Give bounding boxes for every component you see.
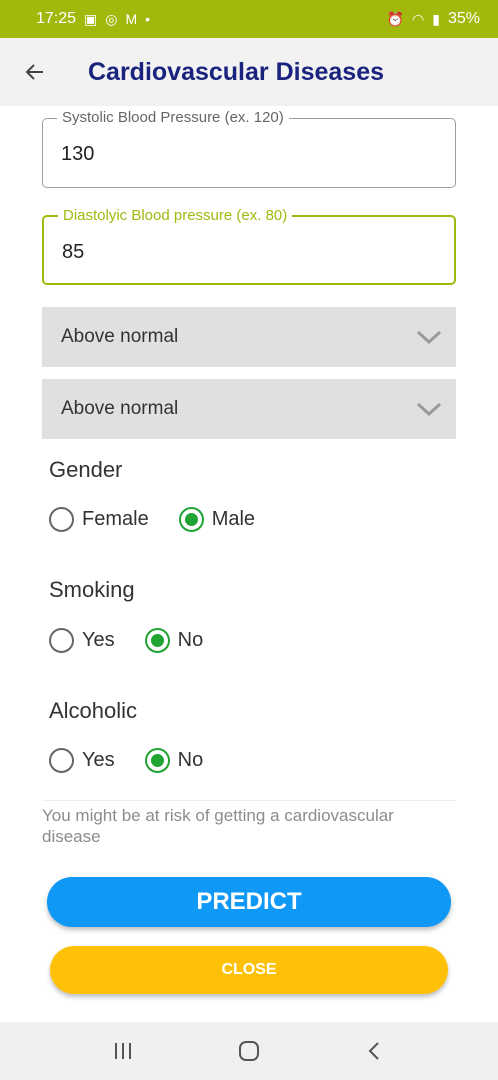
systolic-label: Systolic Blood Pressure (ex. 120) <box>57 109 289 126</box>
gallery-icon: ▣ <box>84 11 98 27</box>
page-title: Cardiovascular Diseases <box>88 57 385 86</box>
nav-back-icon[interactable] <box>363 1039 387 1063</box>
radio-label: Female <box>82 508 149 530</box>
cholesterol-select[interactable]: Above normal <box>42 307 456 367</box>
radio-circle[interactable] <box>144 628 170 653</box>
instagram-icon: ◎ <box>105 11 118 27</box>
home-icon[interactable] <box>237 1039 261 1063</box>
smoking-option-yes[interactable]: Yes <box>49 628 115 653</box>
alcoholic-option-no[interactable]: No <box>144 748 204 773</box>
back-button[interactable] <box>0 38 70 106</box>
alcoholic-option-yes[interactable]: Yes <box>49 748 115 773</box>
radio-circle[interactable] <box>49 507 74 532</box>
gender-option-female[interactable]: Female <box>49 507 149 532</box>
alcoholic-radio-group: Yes No <box>49 748 233 773</box>
radio-circle[interactable] <box>144 748 170 773</box>
gender-option-male[interactable]: Male <box>178 507 256 532</box>
chevron-down-icon <box>416 330 442 345</box>
select-value: Above normal <box>61 326 179 347</box>
status-time: 17:25 <box>36 10 77 27</box>
alarm-icon: ⏰ <box>386 11 405 27</box>
gender-radio-group: Female Male <box>49 507 285 532</box>
select-value: Above normal <box>61 398 179 419</box>
radio-circle[interactable] <box>178 507 204 532</box>
smoking-option-no[interactable]: No <box>144 628 204 653</box>
signal-icon: ▮ <box>432 11 440 27</box>
diastolic-value: 85 <box>62 241 85 263</box>
smoking-label: Smoking <box>49 577 135 602</box>
recents-icon[interactable] <box>111 1040 135 1062</box>
radio-label: Yes <box>82 749 115 771</box>
diastolic-field[interactable]: Diastolyic Blood pressure (ex. 80) 85 <box>42 207 456 285</box>
wifi-icon: ◠ <box>412 11 425 27</box>
chevron-down-icon <box>416 402 442 417</box>
systolic-field[interactable]: Systolic Blood Pressure (ex. 120) 130 <box>42 109 456 188</box>
glucose-select[interactable]: Above normal <box>42 379 456 439</box>
alcoholic-label: Alcoholic <box>49 698 138 723</box>
mcdonalds-icon: M <box>125 11 138 27</box>
result-text: You might be at risk of getting a cardio… <box>42 806 394 846</box>
system-nav-bar <box>0 1022 498 1080</box>
diastolic-label: Diastolyic Blood pressure (ex. 80) <box>58 207 293 224</box>
systolic-value: 130 <box>61 143 95 165</box>
radio-label: No <box>177 749 204 771</box>
arrow-left-icon <box>25 64 43 80</box>
predict-button[interactable]: PREDICT <box>47 877 451 927</box>
radio-circle[interactable] <box>49 748 74 773</box>
app-bar: Cardiovascular Diseases <box>0 38 498 106</box>
gender-label: Gender <box>49 457 123 482</box>
divider <box>42 800 456 801</box>
close-button[interactable]: CLOSE <box>50 946 448 994</box>
radio-label: No <box>177 629 204 651</box>
radio-label: Male <box>211 508 256 530</box>
radio-label: Yes <box>82 629 115 651</box>
status-bar: 17:25 ▣ ◎ M • ⏰ ◠ ▮ 35% <box>0 0 498 38</box>
radio-circle[interactable] <box>49 628 74 653</box>
smoking-radio-group: Yes No <box>49 628 233 653</box>
dot-icon: • <box>145 11 151 27</box>
battery-percent: 35% <box>447 10 480 27</box>
